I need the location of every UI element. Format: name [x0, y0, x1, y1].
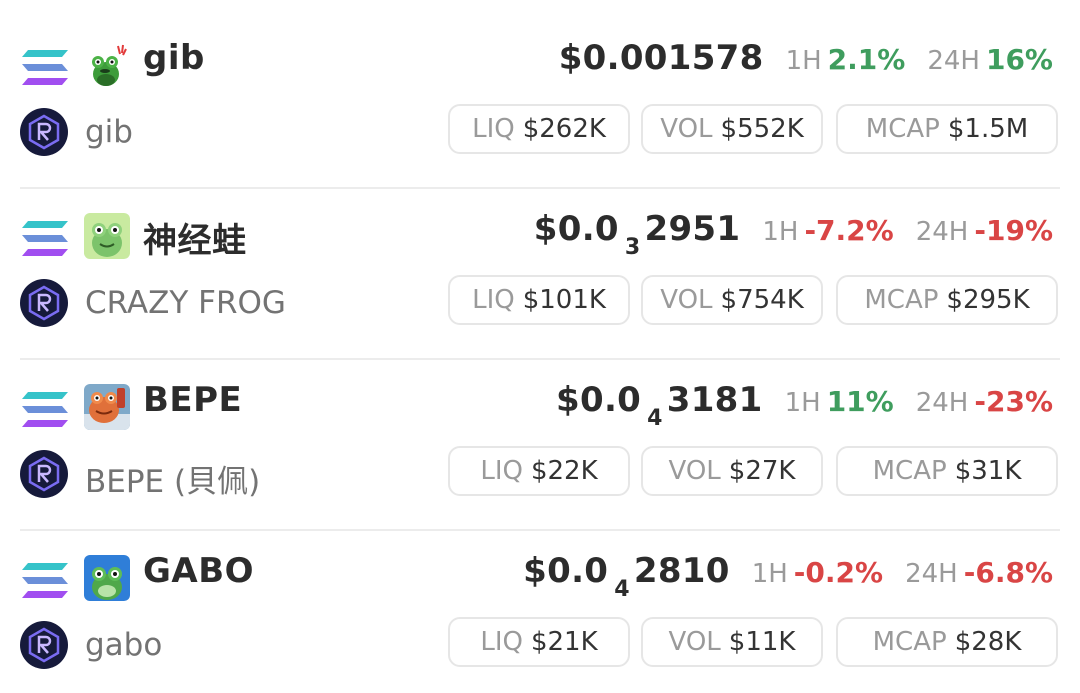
- vol-value: $27K: [728, 456, 796, 486]
- vol-value: $11K: [728, 627, 796, 657]
- orange-frog-icon: [84, 384, 130, 430]
- liq-label: LIQ: [480, 627, 523, 657]
- token-stats: LIQ $22K VOL $27K MCAP $31K: [448, 446, 1060, 500]
- price-line: $0.0 3 2951 1H -7.2% 24H -19%: [533, 209, 1053, 260]
- vol-badge: VOL $754K: [641, 275, 823, 325]
- change-24h-value: -6.8%: [963, 556, 1053, 589]
- liq-label: LIQ: [472, 285, 515, 315]
- token-price: $0.001578: [558, 38, 764, 78]
- raydium-icon: [20, 108, 68, 156]
- vol-badge: VOL $27K: [641, 446, 823, 496]
- token-price: $0.0 3 2951: [533, 209, 741, 260]
- token-stats: LIQ $101K VOL $754K MCAP $295K: [448, 275, 1060, 329]
- liq-value: $262K: [522, 114, 606, 144]
- mcap-badge: MCAP $28K: [836, 617, 1058, 667]
- solana-icon: [20, 48, 70, 88]
- liq-badge: LIQ $262K: [448, 104, 630, 154]
- vol-label: VOL: [660, 285, 713, 315]
- solana-icon: [20, 390, 70, 430]
- token-name: gib: [85, 114, 133, 150]
- change-1h-label: 1H: [785, 46, 822, 76]
- vol-label: VOL: [660, 114, 713, 144]
- mcap-label: MCAP: [865, 114, 940, 144]
- vol-value: $552K: [720, 114, 804, 144]
- change-24h-value: 16%: [985, 43, 1053, 76]
- raydium-icon: [20, 450, 68, 498]
- change-24h-label: 24H: [927, 46, 980, 76]
- change-24h-label: 24H: [905, 559, 958, 589]
- mcap-value: $1.5M: [947, 114, 1029, 144]
- liq-label: LIQ: [472, 114, 515, 144]
- change-1h-value: 2.1%: [827, 43, 906, 76]
- token-name: gabo: [85, 627, 163, 663]
- blue-frog-icon: [84, 555, 130, 601]
- price-zero-count: 4: [614, 577, 630, 602]
- mcap-label: MCAP: [872, 456, 947, 486]
- token-symbol: 神经蛙: [143, 221, 247, 261]
- token-row-bepe[interactable]: BEPE BEPE (貝佩) $0.0 4 3181 1H 11% 24H -23%…: [0, 360, 1080, 531]
- price-zero-count: 4: [647, 406, 663, 431]
- mcap-badge: MCAP $295K: [836, 275, 1058, 325]
- mcap-label: MCAP: [872, 627, 947, 657]
- token-symbol: gib: [143, 38, 205, 78]
- mcap-value: $295K: [946, 285, 1030, 315]
- token-symbol: GABO: [143, 551, 255, 591]
- liq-value: $22K: [530, 456, 598, 486]
- liq-value: $101K: [522, 285, 606, 315]
- liq-label: LIQ: [480, 456, 523, 486]
- raydium-icon: [20, 279, 68, 327]
- change-1h-label: 1H: [784, 388, 821, 418]
- vol-badge: VOL $552K: [641, 104, 823, 154]
- raydium-icon: [20, 621, 68, 669]
- token-symbol: BEPE: [143, 380, 243, 420]
- token-row-gabo[interactable]: GABO gabo $0.0 4 2810 1H -0.2% 24H -6.8% L…: [0, 531, 1080, 693]
- change-1h-label: 1H: [751, 559, 788, 589]
- vol-value: $754K: [720, 285, 804, 315]
- liq-badge: LIQ $22K: [448, 446, 630, 496]
- change-24h-label: 24H: [915, 388, 969, 418]
- price-line: $0.0 4 3181 1H 11% 24H -23%: [556, 380, 1053, 431]
- liq-badge: LIQ $21K: [448, 617, 630, 667]
- token-row-gib[interactable]: gib gib $0.001578 1H 2.1% 24H 16% LIQ $26…: [0, 18, 1080, 189]
- vol-badge: VOL $11K: [641, 617, 823, 667]
- mcap-label: MCAP: [864, 285, 939, 315]
- frog-exclaim-icon: [84, 42, 130, 88]
- change-1h-value: 11%: [826, 385, 894, 418]
- token-name: BEPE (貝佩): [85, 464, 261, 500]
- change-1h-value: -0.2%: [793, 556, 884, 589]
- liq-value: $21K: [530, 627, 598, 657]
- change-24h-label: 24H: [915, 217, 969, 247]
- price-zero-count: 3: [624, 235, 641, 260]
- token-list: gib gib $0.001578 1H 2.1% 24H 16% LIQ $26…: [0, 0, 1080, 693]
- price-line: $0.0 4 2810 1H -0.2% 24H -6.8%: [523, 551, 1053, 602]
- token-price: $0.0 4 2810: [523, 551, 730, 602]
- mcap-badge: MCAP $31K: [836, 446, 1058, 496]
- change-1h-label: 1H: [762, 217, 799, 247]
- token-row-crazy-frog[interactable]: 神经蛙 CRAZY FROG $0.0 3 2951 1H -7.2% 24H -1…: [0, 189, 1080, 360]
- price-line: $0.001578 1H 2.1% 24H 16%: [559, 38, 1053, 78]
- token-name: CRAZY FROG: [85, 285, 286, 321]
- vol-label: VOL: [668, 627, 721, 657]
- token-price: $0.0 4 3181: [556, 380, 763, 431]
- token-stats: LIQ $262K VOL $552K MCAP $1.5M: [448, 104, 1060, 158]
- change-24h-value: -23%: [974, 385, 1053, 418]
- solana-icon: [20, 219, 70, 259]
- token-stats: LIQ $21K VOL $11K MCAP $28K: [448, 617, 1060, 671]
- mcap-value: $31K: [954, 456, 1022, 486]
- change-1h-value: -7.2%: [804, 214, 894, 247]
- crazy-frog-icon: [84, 213, 130, 259]
- mcap-value: $28K: [954, 627, 1022, 657]
- vol-label: VOL: [668, 456, 721, 486]
- change-24h-value: -19%: [974, 214, 1053, 247]
- mcap-badge: MCAP $1.5M: [836, 104, 1058, 154]
- liq-badge: LIQ $101K: [448, 275, 630, 325]
- solana-icon: [20, 561, 70, 601]
